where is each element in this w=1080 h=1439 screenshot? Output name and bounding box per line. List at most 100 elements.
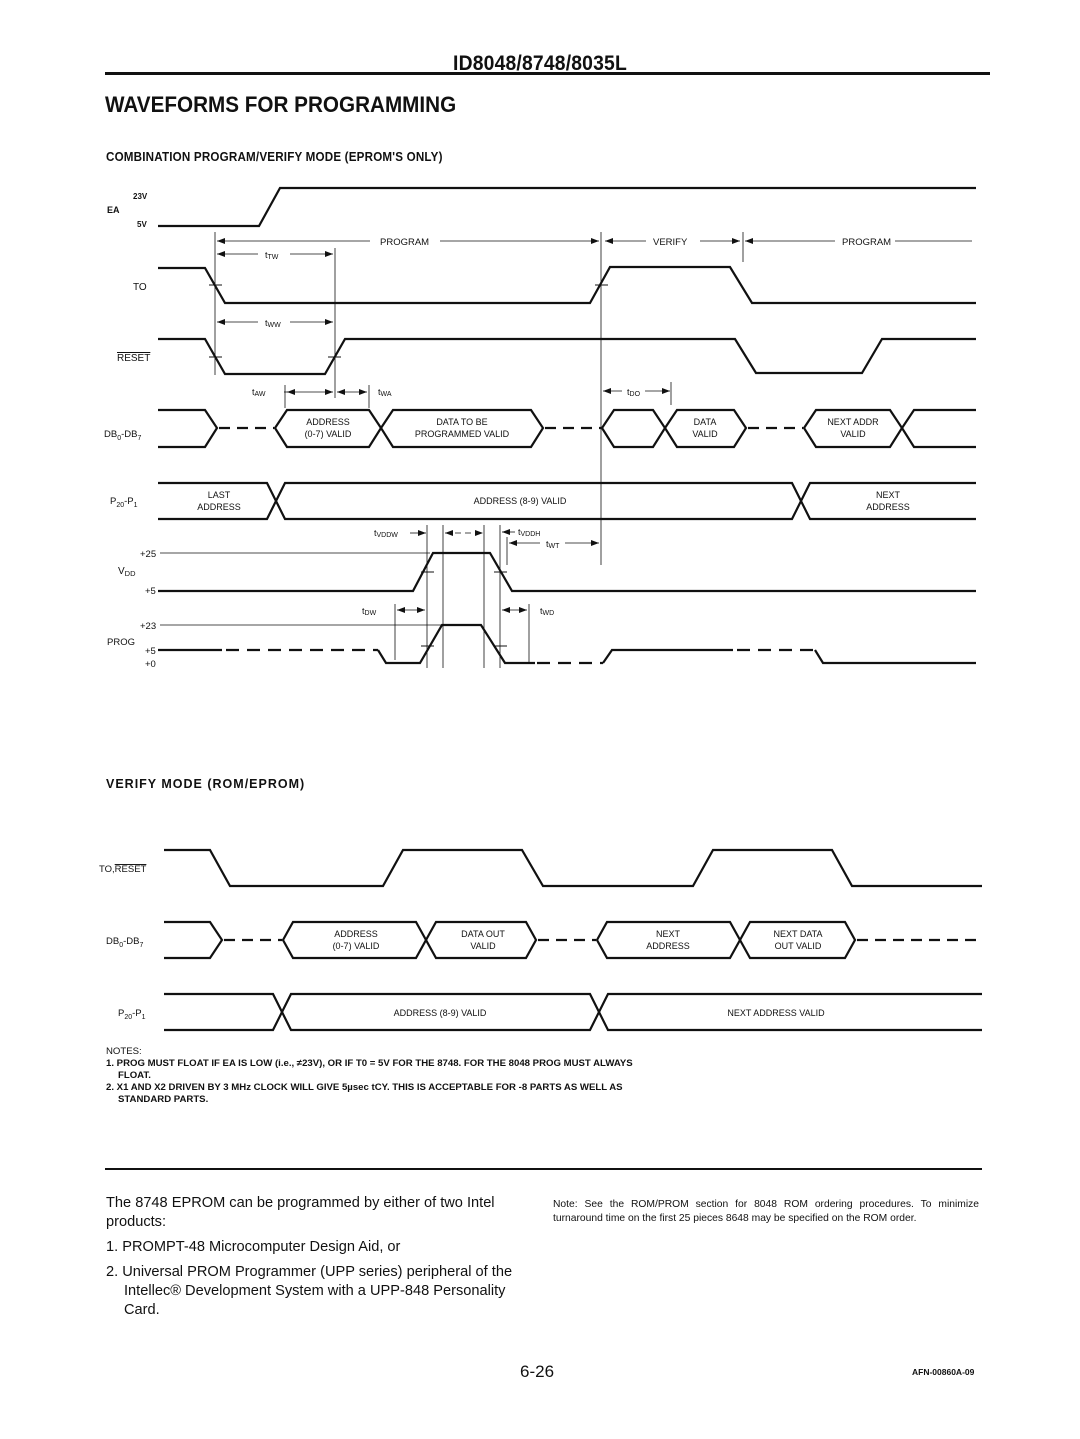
ttw-label: tTW [265,250,279,261]
programming-option-2: 2. Universal PROM Programmer (UPP series… [106,1264,513,1318]
p2-window-2: ADDRESS (8-9) VALID [474,496,567,506]
p2-sub1: 1 [134,502,138,509]
verify-db-window-2-line2: VALID [470,941,496,951]
twd-label: tWD [540,606,554,617]
verify-p2-window-2: NEXT ADDRESS VALID [727,1008,825,1018]
db-bus-end-right [900,408,976,449]
tvddw-label: tVDDW [374,528,398,539]
vdd-level-25: +25 [140,549,156,560]
verify-p2-sub20: 20 [124,1014,132,1021]
twa-sub: WA [381,391,392,398]
phase-program-1: PROGRAM [380,237,429,248]
p2-sep: -P [124,496,134,507]
p2-window-1-line1: LAST [208,490,231,500]
tdw-sub: DW [365,610,377,617]
p2-window-3-line2: ADDRESS [866,502,910,512]
p2-window-3-line1: NEXT [876,490,901,500]
tww-sub: WW [268,322,282,329]
timing-diagram: 23V EA 5V TO RESET DB0-DB7 P20-P1 +25 VD… [99,186,982,1032]
verify-db-window-3-line2: ADDRESS [646,941,690,951]
tdw-label: tDW [362,606,377,617]
ea-level-23v: 23V [133,192,148,201]
phase-program-2: PROGRAM [842,237,891,248]
db-window-1-line1: ADDRESS [306,417,350,427]
tvddh-sub: VDDH [521,531,541,538]
prog-level-23: +23 [140,621,156,632]
prog-label: PROG [107,637,135,648]
db-window-3-line1: DATA [694,417,717,427]
db-window-verify-first [600,408,667,449]
rom-ordering-note: Note: See the ROM/PROM section for 8048 … [553,1199,979,1224]
reset-waveform [158,337,976,376]
note-2: 2. X1 AND X2 DRIVEN BY 3 MHz CLOCK WILL … [106,1082,623,1105]
twd-sub: WD [543,610,555,617]
verify-p2-waveform [164,992,982,1032]
verify-db-window-4-line2: OUT VALID [775,941,822,951]
vdd-label: VDD [118,566,136,578]
verify-db-window-next-data [738,920,857,960]
twt-label: tWT [546,539,560,550]
prog-waveform [158,623,976,665]
verify-db-sub7: 7 [139,942,143,949]
verify-to-reset-label: TO,RESET [99,864,147,875]
verify-db-bus-end-left [164,920,224,960]
page-number: 6-26 [520,1362,555,1381]
tvddw-sub: VDDW [377,532,399,539]
verify-to-label: TO, [99,864,115,875]
verify-p2-previous [164,992,284,1032]
db-window-4-line2: VALID [840,429,866,439]
db-sep: -DB [121,429,137,440]
db-base: DB [104,429,117,440]
ea-waveform [158,186,976,228]
db-sub7: 7 [137,435,141,442]
twa-label: tWA [378,387,392,398]
verify-db-window-data-out [424,920,538,960]
p2-window-1-line2: ADDRESS [197,502,241,512]
twt-sub: WT [549,543,561,550]
programming-option-1: 1. PROMPT-48 Microcomputer Design Aid, o… [106,1239,401,1255]
verify-db-sep: -DB [123,936,139,947]
to-label: TO [133,282,147,293]
tvddh-label: tVDDH [518,527,540,538]
verify-db-base: DB [106,936,119,947]
verify-p2-label: P20-P1 [118,1008,146,1021]
notes-header: NOTES: [106,1046,142,1057]
verify-p2-sep: -P [132,1008,142,1019]
verify-db-window-2-line1: DATA OUT [461,929,505,939]
ea-level-5v: 5V [137,220,147,229]
tdo-label: tDO [627,387,641,398]
verify-to-reset-waveform [164,848,982,888]
reset-label: RESET [117,353,150,364]
verify-reset-label: RESET [115,864,147,875]
vdd-waveform [158,551,976,593]
programming-info: The 8748 EPROM can be programmed by eith… [106,1194,536,1320]
verify-db-window-next-address [595,920,742,960]
prog-pulse [377,623,535,665]
verify-db-window-1-line2: (0-7) VALID [333,941,380,951]
db-window-3-line2: VALID [692,429,718,439]
p2-last-address [158,481,278,521]
document-code: AFN-00860A-09 [912,1367,975,1377]
vdd-level-5: +5 [145,586,156,597]
p2-next-address [799,481,976,521]
tdo-sub: DO [630,391,641,398]
notes-block: NOTES: 1. PROG MUST FLOAT IF EA IS LOW (… [106,1046,646,1106]
p2-label: P20-P1 [110,496,138,509]
prog-verify-rise [602,648,733,664]
phase-verify: VERIFY [653,237,688,248]
ea-label: EA [107,205,120,215]
section-divider [105,1168,982,1170]
p2-sub20: 20 [116,502,124,509]
p2-waveform [158,481,976,521]
verify-p2-sub1: 1 [142,1014,146,1021]
db-window-1-line2: (0-7) VALID [305,429,352,439]
db-bus-end-left [158,408,219,449]
verify-db-window-address [281,920,428,960]
verify-p2-window-1: ADDRESS (8-9) VALID [394,1008,487,1018]
db-label: DB0-DB7 [104,429,141,442]
db-window-2-line2: PROGRAMMED VALID [415,429,510,439]
verify-db-window-1-line1: ADDRESS [334,929,378,939]
db-window-2-line1: DATA TO BE [436,417,487,427]
taw-sub: AW [255,391,266,398]
programming-intro: The 8748 EPROM can be programmed by eith… [106,1195,495,1230]
